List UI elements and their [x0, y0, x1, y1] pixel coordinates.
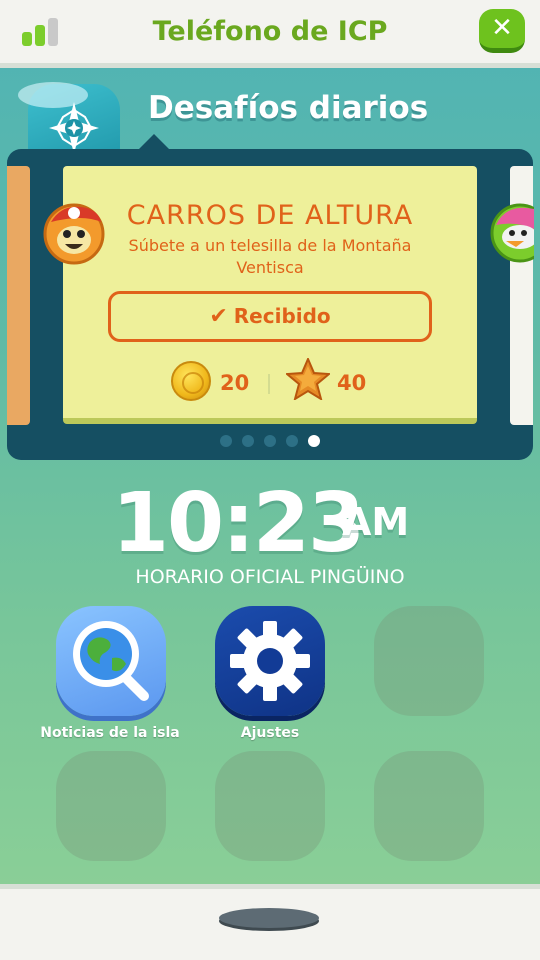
page-dot[interactable] — [264, 435, 276, 447]
top-bar: Teléfono de ICP ✕ — [0, 0, 540, 68]
settings-app-label: Ajustes — [240, 725, 300, 741]
empty-app-slot — [56, 751, 166, 861]
clock-period: AM — [342, 500, 410, 544]
close-icon: ✕ — [491, 13, 513, 43]
clock-time: 10:23 — [112, 476, 365, 571]
page-title: Teléfono de ICP — [152, 16, 388, 47]
phone-screen: Teléfono de ICP ✕ Desafíos diarios CARRO… — [0, 0, 540, 960]
received-button-label: Recibido — [233, 304, 331, 328]
empty-app-slot — [374, 751, 484, 861]
clock-caption: HORARIO OFICIAL PINGÜINO — [135, 566, 405, 588]
coin-icon — [171, 361, 211, 401]
carousel-pagination — [220, 435, 330, 449]
globe-magnifier-icon — [73, 621, 149, 701]
challenge-title: CARROS DE ALTURA — [126, 200, 414, 231]
home-button[interactable] — [219, 908, 319, 928]
stars-reward: 40 — [337, 371, 367, 395]
settings-app-button[interactable] — [215, 606, 325, 716]
received-button[interactable]: ✔ Recibido — [108, 291, 432, 342]
empty-app-slot — [374, 606, 484, 716]
empty-app-slot — [215, 751, 325, 861]
penguin-avatar-icon — [490, 203, 534, 263]
reward-divider — [268, 374, 270, 394]
check-icon: ✔ — [209, 304, 228, 329]
page-dot-active[interactable] — [308, 435, 320, 447]
star-icon — [286, 358, 330, 400]
news-app-label: Noticias de la isla — [40, 725, 180, 741]
close-button[interactable]: ✕ — [479, 9, 525, 53]
coins-reward: 20 — [220, 371, 250, 395]
previous-challenge-card[interactable] — [7, 166, 30, 425]
news-app-button[interactable] — [56, 606, 166, 716]
gear-icon — [230, 621, 310, 701]
challenge-description: Súbete a un telesilla de la Montaña Vent… — [128, 236, 412, 277]
daily-challenges-heading: Desafíos diarios — [148, 90, 429, 126]
carousel-pointer — [138, 134, 170, 150]
page-dot[interactable] — [286, 435, 298, 447]
penguin-avatar-icon — [43, 203, 105, 265]
page-dot[interactable] — [220, 435, 232, 447]
page-dot[interactable] — [242, 435, 254, 447]
compass-icon — [49, 102, 99, 154]
